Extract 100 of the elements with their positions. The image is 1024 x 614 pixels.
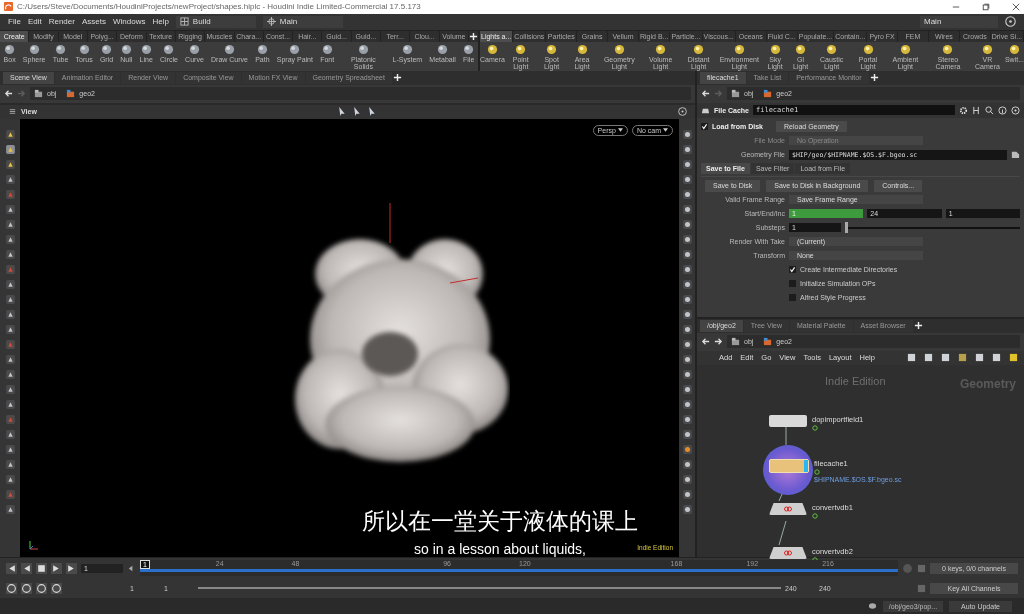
tool-icon[interactable] (4, 308, 16, 320)
menu-item[interactable]: Render (48, 17, 75, 27)
tool-icon[interactable] (681, 458, 693, 470)
checkbox[interactable] (701, 123, 708, 131)
playback-option-icon[interactable] (36, 582, 47, 594)
tool-icon[interactable] (4, 143, 16, 155)
tool-icon[interactable] (681, 428, 693, 440)
tool-icon[interactable] (4, 458, 16, 470)
menu-item[interactable]: Assets (81, 17, 106, 27)
playback-option-icon[interactable] (51, 582, 62, 594)
tool-icon[interactable] (4, 158, 16, 170)
cube-icon (763, 89, 773, 99)
folder-icon (34, 89, 43, 99)
file-browse-icon[interactable] (1011, 150, 1020, 160)
tool-icon[interactable] (4, 383, 16, 395)
tool-icon[interactable] (4, 203, 16, 215)
tool-icon[interactable] (681, 308, 693, 320)
playback-icon[interactable] (6, 562, 17, 574)
tool-icon[interactable] (681, 488, 693, 500)
tool-icon[interactable] (681, 368, 693, 380)
tool-icon[interactable] (4, 233, 16, 245)
tool-icon[interactable] (681, 353, 693, 365)
playback-icon[interactable] (36, 562, 47, 574)
tool-icon[interactable] (681, 248, 693, 260)
tool-icon[interactable] (4, 398, 16, 410)
tool-icon[interactable] (681, 503, 693, 515)
back-arrow-icon[interactable] (701, 337, 710, 347)
context-menu[interactable]: Main (262, 15, 343, 28)
plus-icon[interactable] (869, 73, 879, 83)
slider-handle[interactable] (845, 221, 848, 233)
playback-icon[interactable] (51, 562, 62, 574)
tool-icon[interactable] (4, 218, 16, 230)
menu-item[interactable]: Edit (27, 17, 42, 27)
shape-icon (101, 43, 112, 55)
forward-arrow-icon[interactable] (714, 337, 723, 347)
shape-icon (321, 43, 333, 55)
playback-icon[interactable] (66, 562, 77, 574)
tool-icon[interactable] (4, 248, 16, 260)
tool-icon[interactable] (4, 293, 16, 305)
tool-icon[interactable] (4, 353, 16, 365)
chat-icon[interactable] (867, 601, 877, 611)
tool-icon[interactable] (681, 263, 693, 275)
plus-icon[interactable] (913, 321, 923, 331)
tool-icon[interactable] (681, 278, 693, 290)
tool-icon[interactable] (4, 278, 16, 290)
maximize-icon[interactable] (982, 2, 990, 11)
tool-icon[interactable] (681, 188, 693, 200)
tool-icon[interactable] (4, 443, 16, 455)
tool-icon[interactable] (681, 218, 693, 230)
tool-icon[interactable] (681, 203, 693, 215)
node-tile[interactable] (769, 502, 807, 515)
tool-icon[interactable] (681, 473, 693, 485)
tool-icon[interactable] (4, 368, 16, 380)
tool-icon[interactable] (681, 338, 693, 350)
menu-item[interactable]: File (8, 17, 21, 27)
light-icon (613, 43, 625, 55)
tool-icon[interactable] (681, 413, 693, 425)
desktop-menu[interactable]: Build (175, 15, 256, 28)
tool-icon[interactable] (681, 323, 693, 335)
tool-icon[interactable] (681, 173, 693, 185)
tool-icon[interactable] (681, 383, 693, 395)
tool-icon[interactable] (681, 293, 693, 305)
tool-icon[interactable] (681, 158, 693, 170)
tool-icon[interactable] (681, 443, 693, 455)
close-icon[interactable] (1012, 2, 1020, 11)
help-icon[interactable] (1011, 105, 1020, 115)
tool-icon[interactable] (4, 323, 16, 335)
help-icon[interactable] (1005, 16, 1016, 28)
shape-icon (357, 43, 369, 55)
checkbox[interactable] (789, 294, 796, 302)
menu-item[interactable]: Help (152, 17, 169, 27)
playback-icon[interactable] (21, 562, 32, 574)
tool-icon[interactable] (4, 428, 16, 440)
plus-icon[interactable] (392, 73, 402, 83)
tool-icon[interactable] (4, 473, 16, 485)
checkbox[interactable] (789, 280, 796, 288)
search-icon[interactable] (985, 105, 994, 115)
tool-icon[interactable] (681, 143, 693, 155)
tool-icon[interactable] (4, 173, 16, 185)
shape-icon (120, 43, 132, 55)
back-arrow-icon[interactable] (4, 89, 13, 99)
light-icon (486, 43, 498, 55)
view-menu-icon[interactable] (8, 107, 17, 117)
menu-item[interactable]: Windows (112, 17, 146, 27)
node-tile[interactable] (769, 414, 807, 427)
back-arrow-icon[interactable] (701, 89, 710, 99)
gear-icon[interactable] (959, 105, 968, 115)
tool-icon[interactable] (681, 233, 693, 245)
tool-icon[interactable] (4, 503, 16, 515)
playback-option-icon[interactable] (6, 582, 17, 594)
tool-icon[interactable] (681, 128, 693, 140)
tool-icon[interactable] (681, 398, 693, 410)
tool-icon[interactable] (4, 128, 16, 140)
plus-icon[interactable] (469, 31, 478, 41)
playback-option-icon[interactable] (21, 582, 32, 594)
help-icon[interactable] (678, 107, 687, 117)
desktop-field[interactable]: Main (920, 15, 998, 28)
node-tile[interactable] (769, 546, 807, 559)
checkbox[interactable] (789, 266, 796, 274)
info-icon[interactable] (998, 105, 1007, 115)
